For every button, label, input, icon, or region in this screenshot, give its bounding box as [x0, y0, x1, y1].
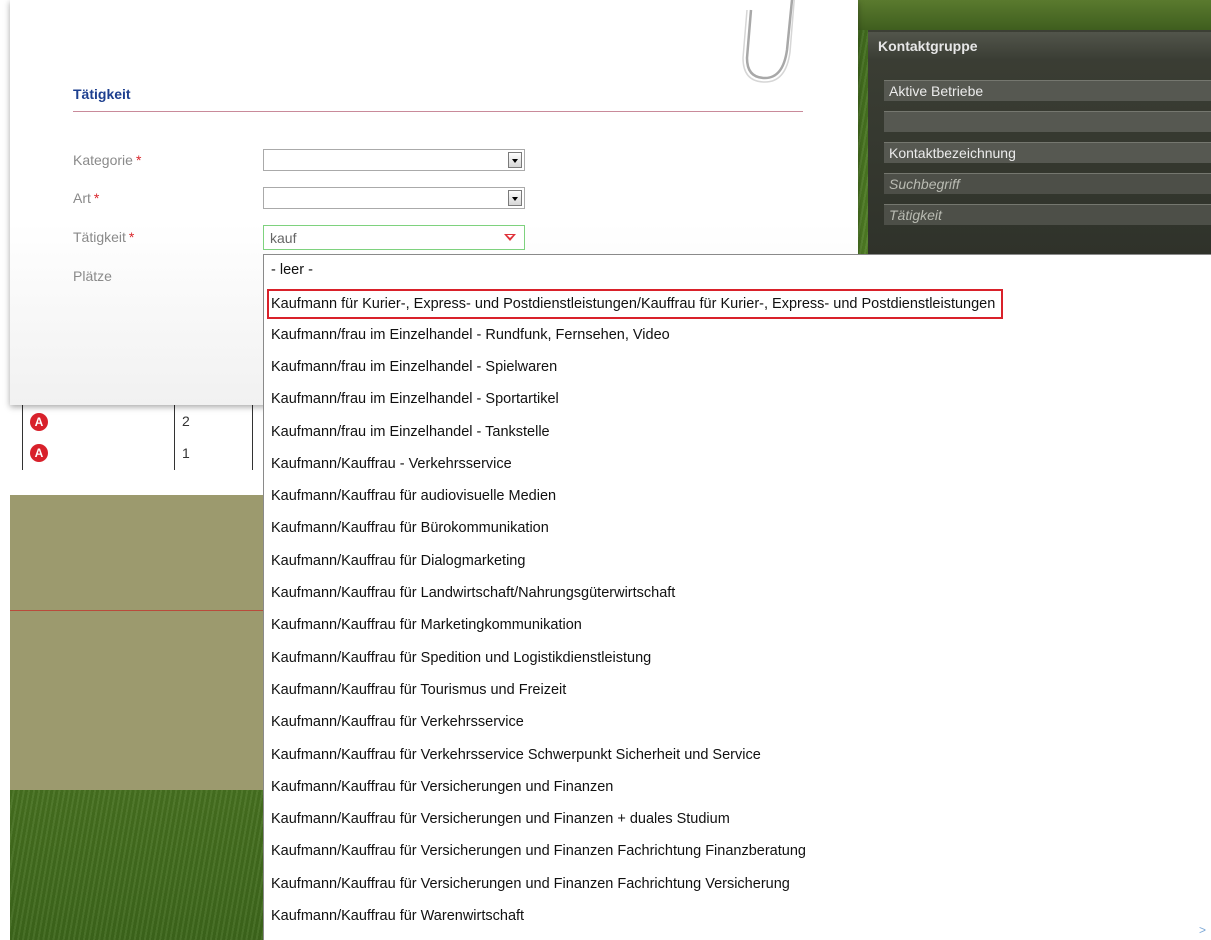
label-art: Art *: [73, 190, 99, 206]
agency-logo-icon: A: [30, 413, 48, 431]
taetigkeit-input[interactable]: kauf: [270, 230, 296, 246]
kategorie-select[interactable]: [263, 149, 525, 171]
contact-field-empty[interactable]: [884, 111, 1211, 132]
paperclip-icon: [742, 0, 795, 83]
dropdown-option[interactable]: Kaufmann/Kauffrau für Verkehrsservice Sc…: [271, 740, 761, 770]
table-row-count: 1: [182, 445, 190, 461]
dropdown-option[interactable]: Kaufmann/Kauffrau für Bürokommunikation: [271, 513, 549, 543]
dropdown-option[interactable]: Kaufmann/frau im Einzelhandel - Sportart…: [271, 384, 559, 414]
label-text: Tätigkeit: [73, 229, 126, 245]
required-mark: *: [93, 190, 100, 206]
results-table: A 2 A 1: [10, 405, 265, 495]
section-title: Tätigkeit: [73, 86, 131, 102]
label-kategorie: Kategorie *: [73, 152, 141, 168]
chevron-down-icon[interactable]: [508, 190, 522, 206]
contact-group-title: Kontaktgruppe: [868, 32, 1211, 60]
contact-field-contact-name[interactable]: Kontaktbezeichnung: [884, 142, 1211, 163]
dropdown-option[interactable]: Kaufmann/Kauffrau für Landwirtschaft/Nah…: [271, 578, 675, 608]
label-plaetze: Plätze: [73, 268, 112, 284]
contact-group-panel: Kontaktgruppe Aktive Betriebe Kontaktbez…: [868, 30, 1211, 258]
contact-field-active-companies[interactable]: Aktive Betriebe: [884, 80, 1211, 101]
required-mark: *: [128, 229, 135, 245]
contact-field-activity[interactable]: Tätigkeit: [884, 204, 1211, 225]
required-mark: *: [135, 152, 142, 168]
divider: [10, 610, 265, 611]
dropdown-option[interactable]: Kaufmann/frau im Einzelhandel - Tankstel…: [271, 417, 550, 447]
dropdown-option[interactable]: Kaufmann/Kauffrau für Marketingkommunika…: [271, 610, 582, 640]
dropdown-option[interactable]: Kaufmann/Kauffrau - Verkehrsservice: [271, 449, 512, 479]
dropdown-option[interactable]: Kaufmann/Kauffrau für Tourismus und Frei…: [271, 675, 566, 705]
dropdown-option[interactable]: Kaufmann/Kauffrau für Spedition und Logi…: [271, 643, 651, 673]
dropdown-option[interactable]: Kaufmann/frau im Einzelhandel - Spielwar…: [271, 352, 557, 382]
dropdown-option-empty[interactable]: - leer -: [271, 255, 313, 285]
label-text: Kategorie: [73, 152, 133, 168]
dropdown-option[interactable]: Kaufmann/Kauffrau für Warenwirtschaft: [271, 901, 524, 931]
more-indicator: >: [1198, 923, 1206, 937]
dropdown-option[interactable]: Kaufmann/Kauffrau für Dialogmarketing: [271, 546, 525, 576]
agency-logo-icon: A: [30, 444, 48, 462]
section-divider: [73, 111, 803, 112]
taetigkeit-dropdown-list: - leer - Kaufmann für Kurier-, Express- u…: [263, 254, 1211, 940]
art-select[interactable]: [263, 187, 525, 209]
taetigkeit-combobox[interactable]: kauf: [263, 225, 525, 250]
dropdown-arrow-icon[interactable]: [504, 234, 516, 241]
dropdown-option[interactable]: Kaufmann/Kauffrau für Verkehrsservice: [271, 707, 524, 737]
label-text: Art: [73, 190, 91, 206]
dropdown-option[interactable]: Kaufmann/Kauffrau für Versicherungen und…: [271, 772, 613, 802]
table-row-count: 2: [182, 413, 190, 429]
dropdown-option[interactable]: Kaufmann für Kurier-, Express- und Postd…: [267, 289, 1004, 320]
contact-field-search-term[interactable]: Suchbegriff: [884, 173, 1211, 194]
chevron-down-icon[interactable]: [508, 152, 522, 168]
content-area: [10, 495, 265, 790]
header-strip: [858, 0, 1211, 30]
dropdown-option[interactable]: Kaufmann/Kauffrau für Versicherungen und…: [271, 836, 806, 866]
dropdown-option[interactable]: Kaufmann/Kauffrau für audiovisuelle Medi…: [271, 481, 556, 511]
dropdown-option[interactable]: Kaufmann/Kauffrau für Versicherungen und…: [271, 869, 790, 899]
screen: Kontaktgruppe Aktive Betriebe Kontaktbez…: [0, 0, 1211, 940]
label-taetigkeit: Tätigkeit *: [73, 229, 134, 245]
dropdown-option[interactable]: Kaufmann/Kauffrau für Versicherungen und…: [271, 804, 730, 834]
dropdown-option[interactable]: Kaufmann/frau im Einzelhandel - Rundfunk…: [271, 320, 670, 350]
